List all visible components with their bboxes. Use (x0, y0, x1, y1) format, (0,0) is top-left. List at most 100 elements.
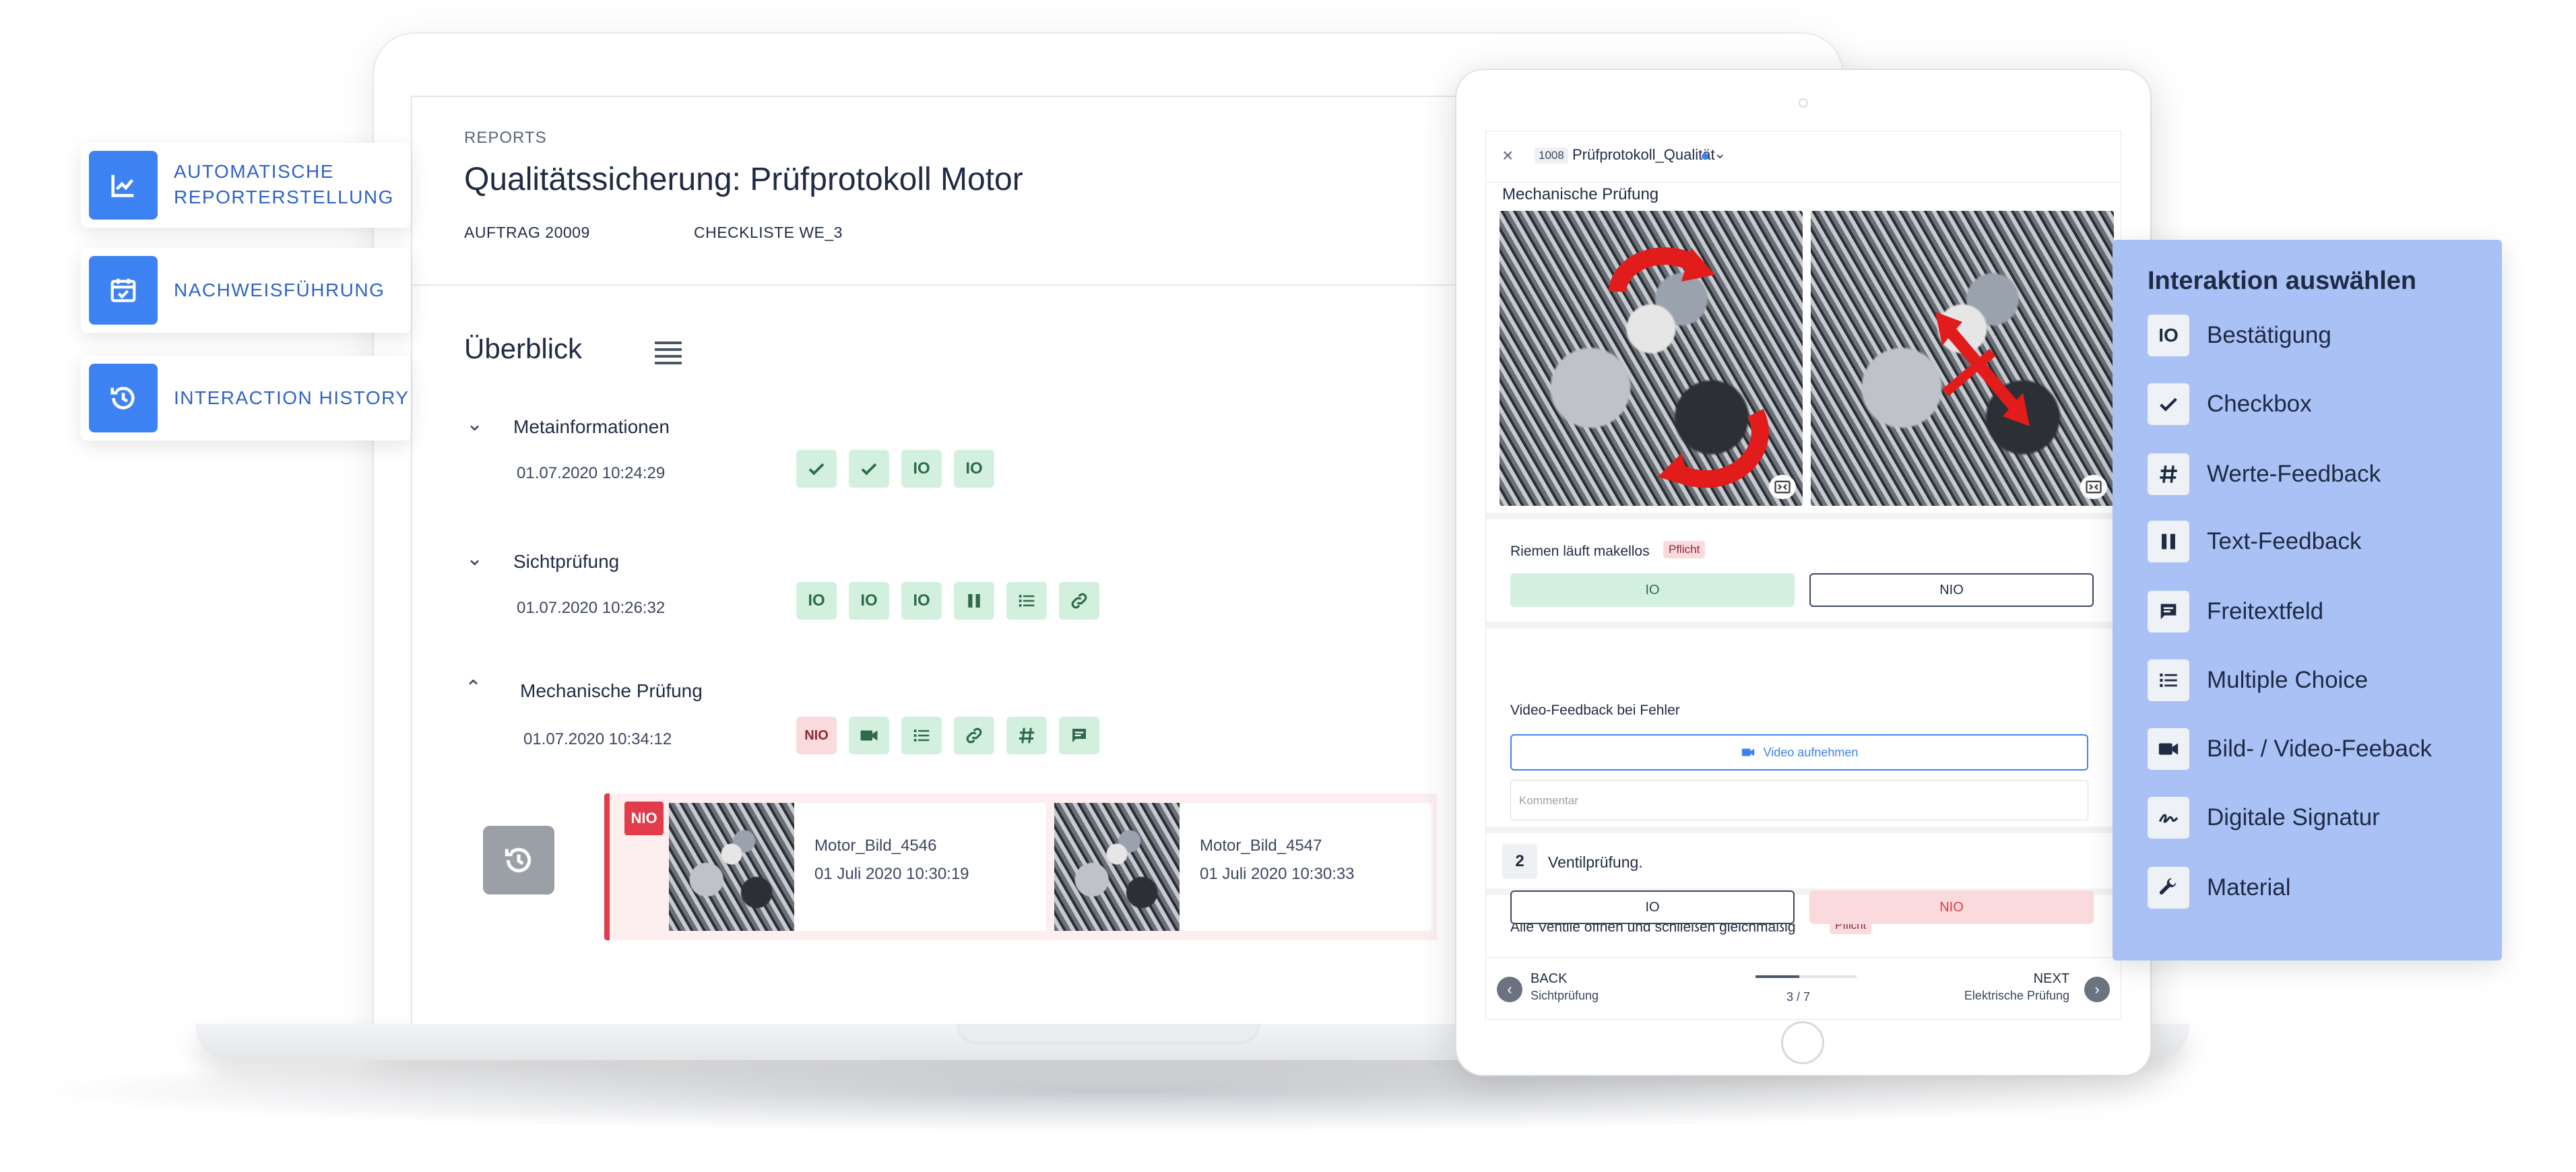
link-icon[interactable] (954, 717, 994, 754)
step-title: Ventilprüfung. (1548, 853, 1643, 871)
history-icon (502, 843, 536, 877)
io-icon: IO (2148, 315, 2189, 356)
list-icon[interactable] (901, 717, 942, 754)
columns-icon (2148, 521, 2189, 562)
interaction-item-value-feedback[interactable]: Werte-Feedback (2148, 453, 2381, 496)
nio-button[interactable]: NIO (1809, 890, 2094, 924)
interaction-item-confirmation[interactable]: IO Bestätigung (2148, 314, 2331, 357)
io-chip[interactable]: IO (901, 450, 942, 488)
checklist-name: CHECKLISTE WE_3 (694, 224, 843, 241)
io-chip[interactable]: IO (901, 582, 942, 620)
nio-button[interactable]: NIO (1809, 573, 2094, 607)
wrench-icon (2148, 867, 2189, 909)
comment-input[interactable]: Kommentar (1510, 780, 2088, 820)
chevron-down-icon[interactable]: ⌄ (466, 412, 493, 439)
feature-label: AUTOMATISCHE REPORTERSTELLUNG (174, 161, 394, 207)
io-chip[interactable]: IO (954, 450, 994, 488)
nio-badge: NIO (624, 802, 664, 835)
expand-icon[interactable] (1769, 475, 1796, 499)
section-timestamp: 01.07.2020 10:26:32 (517, 599, 666, 617)
io-chip[interactable]: IO (796, 582, 837, 620)
video-icon (1741, 745, 1756, 760)
interaction-item-text-feedback[interactable]: Text-Feedback (2148, 520, 2362, 563)
image-name: Motor_Bild_4546 (814, 837, 937, 855)
history-button[interactable] (483, 826, 554, 894)
back-section: Sichtprüfung (1531, 989, 1599, 1002)
record-video-label: Video aufnehmen (1763, 745, 1859, 759)
question-label: Riemen läuft makellos (1510, 544, 1650, 559)
list-view-icon[interactable] (655, 341, 682, 366)
section-chips-meta: IO IO (796, 450, 994, 488)
progress-bar (1756, 975, 1857, 978)
section-title-visual: Sichtprüfung (513, 551, 620, 572)
protocol-id: 1008 (1535, 148, 1568, 164)
protocol-name[interactable]: Prüfprotokoll_Qualität (1572, 146, 1715, 164)
video-icon[interactable] (849, 717, 889, 754)
laptop-notch (957, 1024, 1260, 1044)
chevron-down-icon[interactable]: ⌄ (1714, 145, 1726, 162)
nio-evidence-panel: NIO Motor_Bild_4546 01 Juli 2020 10:30:1… (604, 793, 1437, 940)
comment-icon (2148, 591, 2189, 632)
feature-label: INTERACTION HISTORY (174, 387, 410, 408)
order-number: AUFTRAG 20009 (464, 224, 590, 241)
interaction-item-material[interactable]: Material (2148, 866, 2290, 909)
text-feedback-icon[interactable] (954, 582, 994, 620)
list-icon[interactable] (1006, 582, 1047, 620)
hash-icon[interactable] (1006, 717, 1047, 754)
interaction-item-freetext[interactable]: Freitextfeld (2148, 590, 2323, 633)
checklist-screen: × 1008 Prüfprotokoll_Qualität ⌄ Mechanis… (1485, 131, 2121, 1020)
image-date: 01 Juli 2020 10:30:19 (814, 865, 969, 883)
page-title: Qualitätssicherung: Prüfprotokoll Motor (464, 162, 1023, 197)
close-icon[interactable]: × (1502, 145, 1513, 166)
interaction-item-multiple-choice[interactable]: Multiple Choice (2148, 659, 2368, 702)
next-arrow-icon[interactable]: › (2084, 977, 2110, 1002)
tablet-frame: × 1008 Prüfprotokoll_Qualität ⌄ Mechanis… (1456, 70, 2150, 1075)
video-feedback-label: Video-Feedback bei Fehler (1510, 703, 1680, 718)
interaction-item-media[interactable]: Bild- / Video-Feeback (2148, 727, 2432, 771)
calendar-check-icon (89, 256, 158, 325)
nio-chip[interactable]: NIO (796, 717, 837, 754)
checklist-topbar: × 1008 Prüfprotokoll_Qualität ⌄ (1486, 131, 2121, 183)
history-icon (89, 364, 158, 432)
back-arrow-icon[interactable]: ‹ (1497, 977, 1522, 1002)
progress-text: 3 / 7 (1786, 990, 1811, 1004)
image-date: 01 Juli 2020 10:30:33 (1200, 865, 1355, 883)
signature-icon (2148, 797, 2189, 839)
engine-thumbnail (669, 803, 794, 931)
feature-label: NACHWEISFÜHRUNG (174, 280, 385, 300)
engine-image-rotation[interactable] (1500, 211, 1803, 506)
io-chip[interactable]: IO (849, 582, 889, 620)
tension-arrows-icon (1935, 312, 2030, 426)
tablet-home-button[interactable] (1781, 1021, 1824, 1064)
divider (1486, 513, 2121, 519)
back-label[interactable]: BACK (1531, 971, 1567, 987)
feature-card-evidence: NACHWEISFÜHRUNG (81, 248, 411, 333)
section-timestamp: 01.07.2020 10:24:29 (517, 464, 666, 482)
status-dot (1702, 153, 1708, 160)
checklist-navigation: IO NIO ‹ BACK Sichtprüfung 3 / 7 NEXT El… (1486, 890, 2121, 1019)
chevron-up-icon[interactable]: ⌃ (465, 676, 492, 703)
expand-icon[interactable] (2080, 475, 2107, 499)
check-icon (2148, 383, 2189, 425)
interaction-panel-title: Interaktion auswählen (2148, 267, 2417, 295)
image-card[interactable]: Motor_Bild_4546 01 Juli 2020 10:30:19 (669, 803, 1046, 931)
next-section: Elektrische Prüfung (1964, 989, 2069, 1002)
interaction-item-signature[interactable]: Digitale Signatur (2148, 796, 2380, 839)
video-icon (2148, 728, 2189, 770)
section-title-mechanical: Mechanische Prüfung (520, 680, 703, 701)
check-chip[interactable] (796, 450, 837, 488)
section-chips-visual: IO IO IO (796, 582, 1099, 620)
record-video-button[interactable]: Video aufnehmen (1510, 734, 2088, 771)
io-button[interactable]: IO (1510, 890, 1795, 924)
chevron-down-icon[interactable]: ⌄ (466, 547, 493, 574)
next-label[interactable]: NEXT (2034, 971, 2069, 987)
image-card[interactable]: Motor_Bild_4547 01 Juli 2020 10:30:33 (1054, 803, 1431, 931)
engine-image-tension[interactable] (1811, 211, 2114, 506)
feature-card-history: INTERACTION HISTORY (81, 356, 411, 441)
interaction-item-checkbox[interactable]: Checkbox (2148, 383, 2312, 426)
check-chip[interactable] (849, 450, 889, 488)
section-title-meta: Metainformationen (513, 416, 670, 437)
io-button[interactable]: IO (1510, 573, 1795, 607)
comment-icon[interactable] (1059, 717, 1099, 754)
link-icon[interactable] (1059, 582, 1099, 620)
